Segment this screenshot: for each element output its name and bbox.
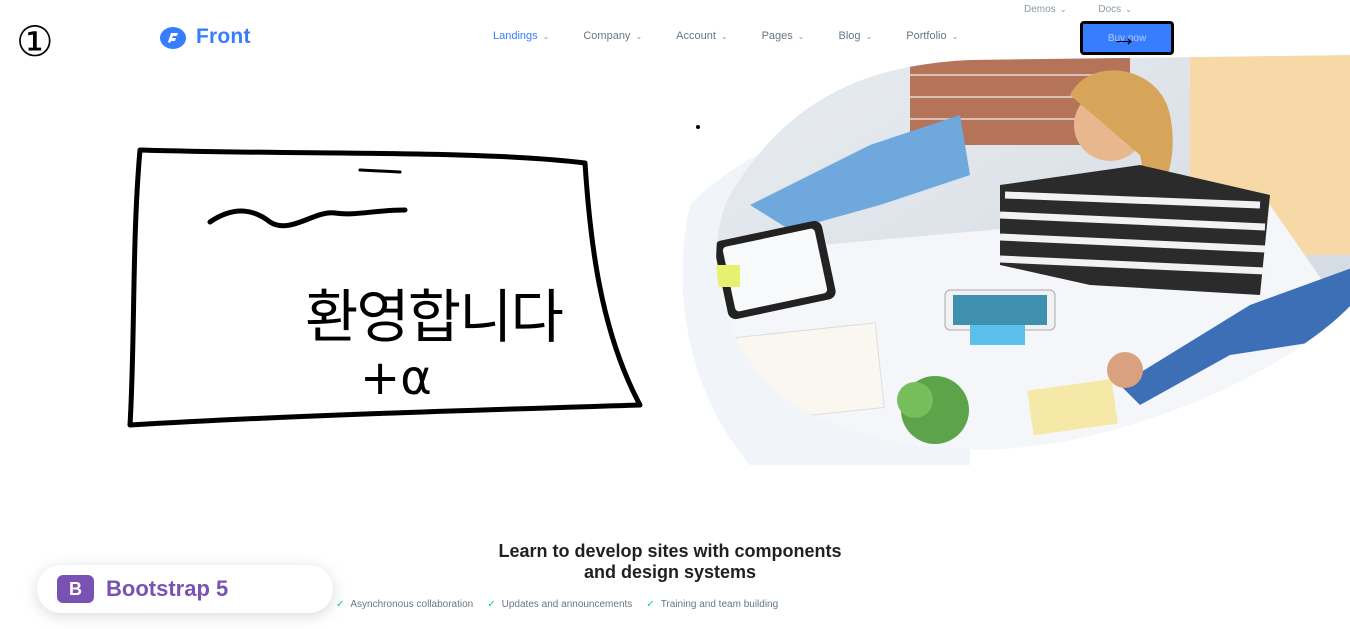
bootstrap-label: Bootstrap 5	[106, 576, 229, 601]
nav-label: Pages	[761, 30, 793, 42]
topbar-docs[interactable]: Docs ⌄	[1098, 4, 1132, 15]
chevron-down-icon: ⌄	[951, 31, 959, 41]
nav-item-blog[interactable]: Blog ⌄	[839, 30, 873, 42]
chevron-down-icon: ⌄	[797, 31, 805, 41]
main-nav: Landings ⌄ Company ⌄ Account ⌄ Pages ⌄ Blog ⌄…	[493, 30, 992, 42]
top-utility-bar: Demos ⌄ Docs ⌄	[1024, 4, 1132, 15]
feature-item: ✓ Training and team building	[646, 599, 778, 610]
annotation-welcome-text: 환영합니다	[305, 283, 564, 351]
chevron-down-icon: ⌄	[635, 31, 643, 41]
feature-list: ✓ Asynchronous collaboration ✓ Updates and…	[336, 599, 778, 610]
chevron-down-icon: ⌄	[720, 31, 728, 41]
brand-logo[interactable]: Front	[158, 24, 251, 50]
nav-label: Portfolio	[906, 30, 947, 42]
nav-item-landings[interactable]: Landings ⌄	[493, 30, 549, 42]
nav-label: Blog	[838, 30, 861, 42]
brand-name: Front	[196, 25, 251, 48]
check-icon: ✓	[646, 599, 655, 610]
headline-line-1: Learn to develop sites with components	[498, 541, 842, 561]
feature-label: Updates and announcements	[501, 599, 633, 610]
nav-item-account[interactable]: Account ⌄	[676, 30, 727, 42]
section-headline: Learn to develop sites with components a…	[400, 541, 940, 583]
topbar-demos[interactable]: Demos ⌄	[1024, 4, 1066, 15]
nav-item-pages[interactable]: Pages ⌄	[762, 30, 805, 42]
buy-now-button[interactable]: Buy now →	[1080, 21, 1174, 55]
check-icon: ✓	[487, 599, 496, 610]
hero-team-photo	[682, 55, 1350, 465]
feature-item: ✓ Updates and announcements	[487, 599, 632, 610]
arrow-right-icon: →	[1111, 22, 1137, 52]
topbar-docs-label: Docs	[1098, 4, 1122, 15]
feature-item: ✓ Asynchronous collaboration	[336, 599, 473, 610]
chevron-down-icon: ⌄	[542, 31, 550, 41]
bootstrap-icon: B	[57, 575, 94, 603]
annotation-squiggle	[207, 207, 408, 229]
bootstrap-badge: B Bootstrap 5	[37, 565, 333, 613]
topbar-demos-label: Demos	[1024, 4, 1056, 15]
nav-label: Landings	[493, 30, 538, 42]
nav-label: Company	[583, 30, 631, 42]
annotation-alpha-text: +α	[360, 350, 432, 406]
page-number-marker: ①	[16, 17, 54, 66]
nav-label: Account	[676, 30, 716, 42]
chevron-down-icon: ⌄	[865, 31, 873, 41]
nav-item-portfolio[interactable]: Portfolio ⌄	[906, 30, 958, 42]
chevron-down-icon: ⌄	[1125, 5, 1132, 14]
nav-item-company[interactable]: Company ⌄	[583, 30, 642, 42]
feature-label: Training and team building	[660, 599, 779, 610]
check-icon: ✓	[336, 599, 345, 610]
chevron-down-icon: ⌄	[1059, 5, 1067, 14]
headline-line-2: and design systems	[583, 562, 757, 582]
feature-label: Asynchronous collaboration	[350, 599, 474, 610]
front-logo-icon	[160, 27, 186, 49]
